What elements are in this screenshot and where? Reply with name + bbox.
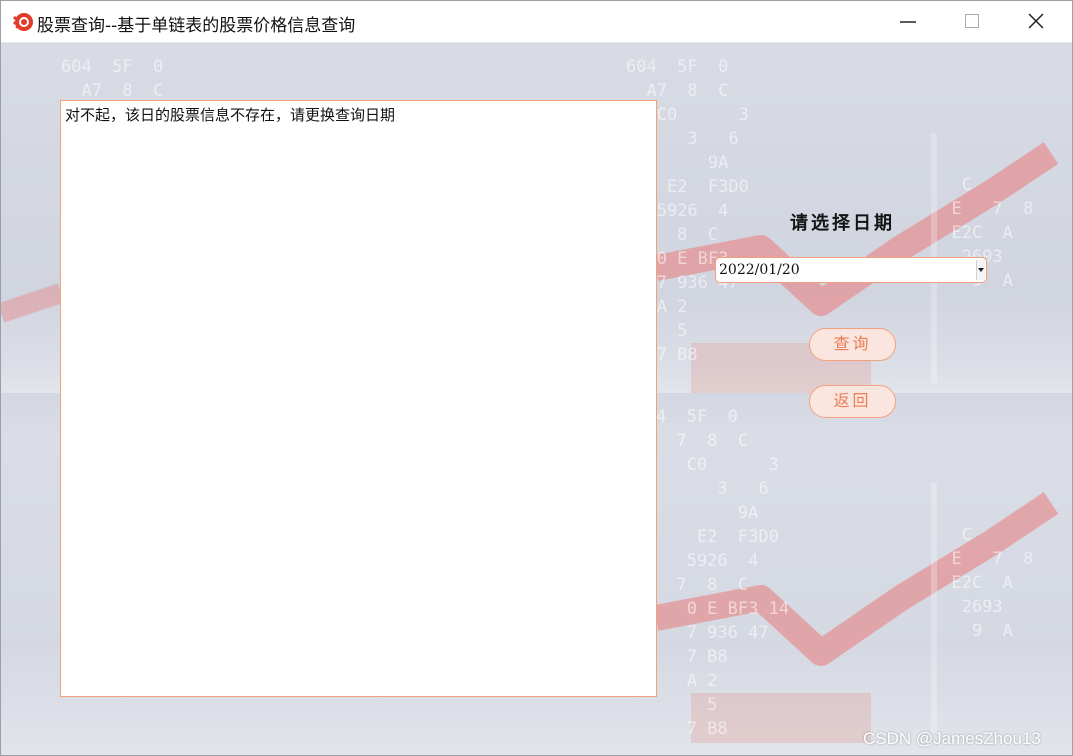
maximize-button[interactable] <box>940 1 1004 42</box>
back-button[interactable]: 返回 <box>809 385 896 418</box>
maximize-icon <box>965 14 979 28</box>
query-button[interactable]: 查询 <box>809 328 896 361</box>
date-select[interactable]: 2022/01/20 <box>715 257 987 283</box>
close-button[interactable] <box>1004 1 1068 42</box>
result-text-area[interactable]: 对不起，该日的股票信息不存在，请更换查询日期 <box>60 100 657 697</box>
watermark-text: CSDN @JamesZhou13 <box>863 729 1041 748</box>
dropdown-arrow-icon[interactable] <box>976 260 985 280</box>
window-title: 股票查询--基于单链表的股票价格信息查询 <box>37 16 356 36</box>
date-picker-label: 请选择日期 <box>790 213 895 234</box>
minimize-button[interactable] <box>876 1 940 42</box>
minimize-icon <box>900 21 916 23</box>
title-bar[interactable]: 股票查询--基于单链表的股票价格信息查询 <box>1 1 1072 43</box>
app-logo-icon <box>12 11 34 33</box>
date-select-value: 2022/01/20 <box>719 262 800 278</box>
app-window: 股票查询--基于单链表的股票价格信息查询 604 5F 0 A7 8 C 604… <box>0 0 1073 756</box>
close-icon <box>1028 13 1044 29</box>
result-message: 对不起，该日的股票信息不存在，请更换查询日期 <box>65 106 396 124</box>
